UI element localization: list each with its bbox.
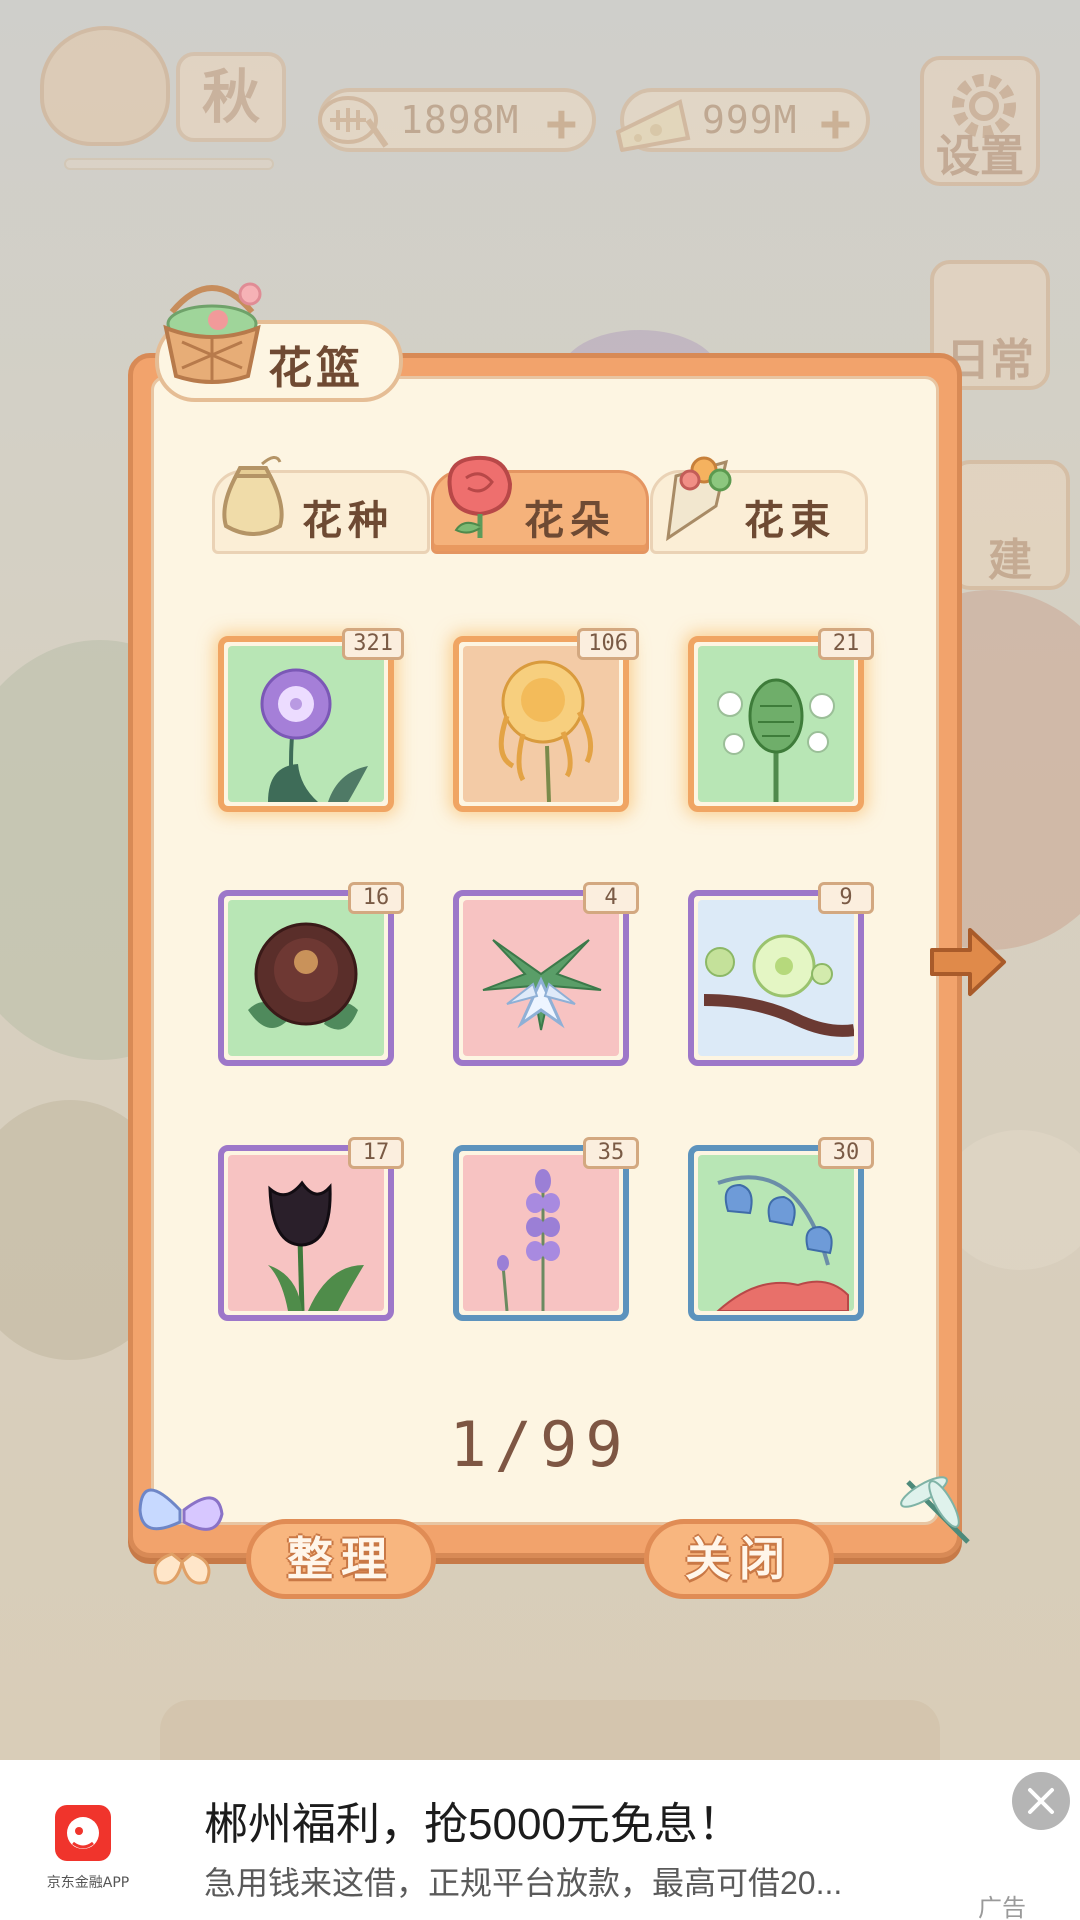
flower-slot-green-plum-blossom[interactable]: 9 <box>688 882 874 1066</box>
lavender-icon <box>497 1169 560 1311</box>
item-count: 106 <box>577 628 639 660</box>
settings-label: 设置 <box>936 131 1024 182</box>
item-count: 21 <box>818 628 874 660</box>
tab-seeds-label: 花种 <box>302 497 394 544</box>
flower-slot-black-tulip[interactable]: 17 <box>218 1137 404 1321</box>
chrysanthemum-icon <box>498 660 594 802</box>
flower-slot-purple-allium[interactable]: 321 <box>218 628 404 812</box>
rose-icon <box>447 455 513 538</box>
settings-button[interactable]: 设置 <box>920 56 1040 186</box>
butterfly-icon <box>138 1488 224 1585</box>
bouquet-icon <box>666 456 732 542</box>
black-tulip-icon <box>268 1180 364 1311</box>
tab-bouquets-label: 花束 <box>744 497 836 544</box>
jd-finance-logo <box>55 1805 111 1861</box>
dark-peony-icon <box>248 922 358 1030</box>
tree-icon <box>40 26 170 146</box>
modal-title: 花篮 <box>268 343 364 394</box>
flower-basket-icon <box>163 282 262 384</box>
ad-title[interactable]: 郴州福利，抢5000元免息！ <box>204 1788 742 1852</box>
flower-slot-lavender[interactable]: 35 <box>453 1137 639 1321</box>
close-icon <box>1028 1788 1054 1814</box>
item-count: 16 <box>348 882 404 914</box>
flower-slot-dark-peony[interactable]: 16 <box>218 882 404 1066</box>
item-count: 35 <box>583 1137 639 1169</box>
flower-slot-golden-chrysanthemum[interactable]: 106 <box>453 628 639 812</box>
item-count: 9 <box>818 882 874 914</box>
flower-slot-white-star-lily[interactable]: 4 <box>453 882 639 1066</box>
cheese-icon <box>615 99 691 153</box>
season-label: 秋 <box>176 52 286 142</box>
flower-slot-green-protea[interactable]: 21 <box>688 628 874 812</box>
next-page-arrow-icon[interactable] <box>926 920 1008 1002</box>
fish-bone-icon <box>318 96 389 148</box>
cheese-amount: 999M <box>702 98 798 142</box>
add-cheese-button[interactable]: + <box>820 94 852 154</box>
flower-slot-bellflower[interactable]: 30 <box>688 1137 874 1321</box>
item-count: 4 <box>583 882 639 914</box>
build-button[interactable]: 建 <box>950 460 1070 590</box>
page-indicator: 1/99 <box>449 1408 631 1481</box>
ad-label: 广告 <box>978 1894 1026 1920</box>
ad-brand: 京东金融APP <box>46 1875 130 1891</box>
close-button[interactable]: 关闭 <box>644 1519 834 1599</box>
bg-bottom-bar <box>160 1700 940 1760</box>
white-star-lily-icon <box>482 939 602 1031</box>
item-count: 30 <box>818 1137 874 1169</box>
ad-banner[interactable]: 京东金融APP 郴州福利，抢5000元免息！ 急用钱来这借，正规平台放款，最高可… <box>0 1760 1080 1920</box>
seed-bag-icon <box>222 456 284 536</box>
sort-button[interactable]: 整理 <box>246 1519 436 1599</box>
bellflower-icon <box>716 1175 849 1311</box>
item-count: 17 <box>348 1137 404 1169</box>
tab-flowers-label: 花朵 <box>524 497 616 544</box>
season-progress-bar <box>64 158 274 170</box>
item-count: 321 <box>342 628 404 660</box>
ad-close-button[interactable] <box>1012 1772 1070 1830</box>
green-plum-blossom-icon <box>703 934 854 1037</box>
fish-amount: 1898M <box>400 98 520 142</box>
dragonfly-icon <box>900 1476 970 1544</box>
jd-dog-icon <box>67 1817 99 1849</box>
ad-description: 急用钱来这借，正规平台放款，最高可借20... <box>204 1865 843 1901</box>
season-indicator[interactable]: 秋 <box>36 22 286 172</box>
build-label: 建 <box>988 535 1032 586</box>
green-protea-icon <box>717 678 835 802</box>
purple-allium-icon <box>260 668 368 802</box>
add-fish-button[interactable]: + <box>546 94 578 154</box>
